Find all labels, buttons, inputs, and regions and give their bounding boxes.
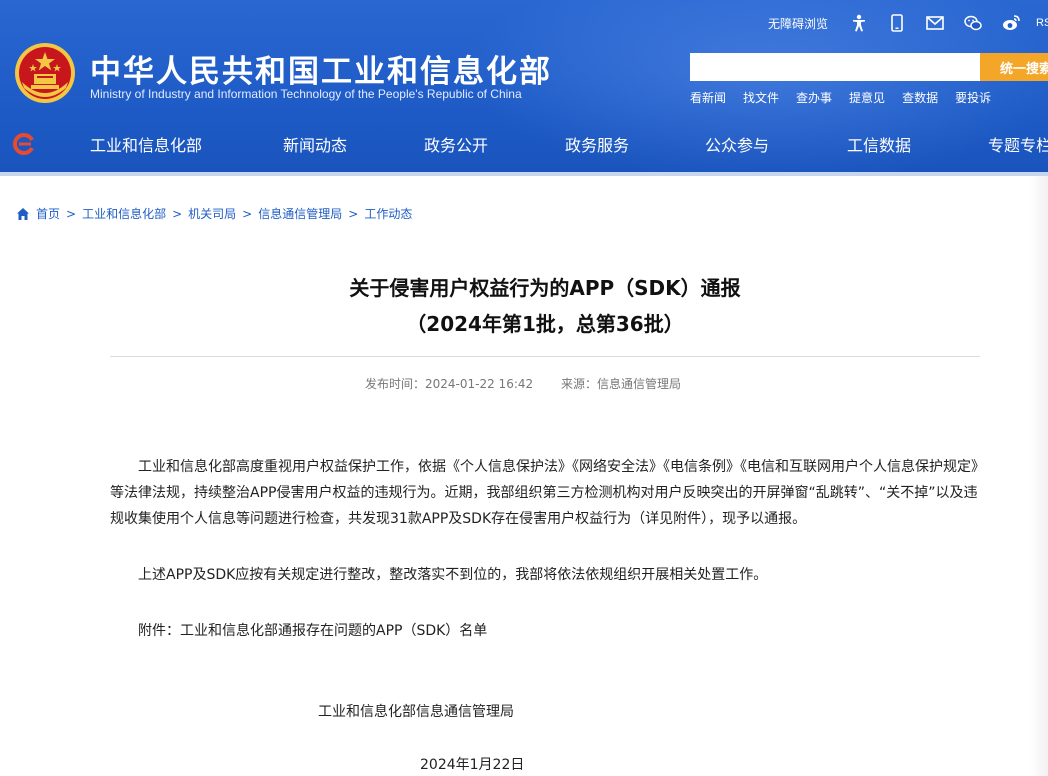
nav-data[interactable]: 工信数据 (847, 132, 911, 156)
attachment-link[interactable]: 附件：工业和信息化部通报存在问题的APP（SDK）名单 (138, 620, 487, 640)
title-divider (110, 356, 980, 357)
breadcrumb-miit[interactable]: 工业和信息化部 (82, 205, 166, 222)
nav-participation[interactable]: 公众参与 (705, 132, 769, 156)
nav-topics[interactable]: 专题专栏 (988, 132, 1048, 156)
quick-link-data[interactable]: 查数据 (902, 89, 938, 106)
main-nav: 工业和信息化部 新闻动态 政务公开 政务服务 公众参与 工信数据 专题专栏 (0, 120, 1048, 164)
breadcrumb-separator: > (66, 206, 77, 221)
quick-link-documents[interactable]: 找文件 (743, 89, 779, 106)
article-title: 关于侵害用户权益行为的APP（SDK）通报 (349, 276, 741, 300)
quick-link-services[interactable]: 查办事 (796, 89, 832, 106)
signature-date: 2024年1月22日 (420, 757, 525, 773)
nav-news[interactable]: 新闻动态 (283, 132, 347, 156)
weibo-icon[interactable] (1002, 14, 1020, 32)
breadcrumb-home[interactable]: 首页 (36, 205, 60, 222)
quick-link-news[interactable]: 看新闻 (690, 89, 726, 106)
unified-search-button[interactable]: 统一搜索 (980, 53, 1048, 81)
breadcrumb-work-updates[interactable]: 工作动态 (364, 205, 412, 222)
breadcrumb-departments[interactable]: 机关司局 (188, 205, 236, 222)
breadcrumb-separator: > (242, 206, 253, 221)
scroll-shade (1030, 176, 1048, 776)
article-paragraph: 工业和信息化部高度重视用户权益保护工作，依据《个人信息保护法》《网络安全法》《电… (110, 459, 978, 527)
nav-services[interactable]: 政务服务 (565, 132, 629, 156)
quick-link-feedback[interactable]: 提意见 (849, 89, 885, 106)
e-logo-icon[interactable] (12, 132, 36, 156)
breadcrumb-separator: > (172, 206, 183, 221)
national-emblem-icon[interactable] (14, 42, 76, 104)
breadcrumb-separator: > (348, 206, 359, 221)
site-subtitle: Ministry of Industry and Information Tec… (90, 87, 522, 101)
nav-miit[interactable]: 工业和信息化部 (90, 132, 202, 156)
accessible-browse-link[interactable]: 无障碍浏览 (768, 15, 828, 32)
article-meta: 发布时间：2024-01-22 16:42 来源：信息通信管理局 (365, 375, 705, 392)
site-title[interactable]: 中华人民共和国工业和信息化部 (90, 46, 552, 91)
home-icon[interactable] (16, 207, 30, 221)
quick-link-complaint[interactable]: 要投诉 (955, 89, 991, 106)
signature-org: 工业和信息化部信息通信管理局 (318, 704, 514, 720)
site-header: 中华人民共和国工业和信息化部 Ministry of Industry and … (0, 0, 1048, 176)
mobile-icon[interactable] (888, 14, 906, 32)
breadcrumb-telecom-bureau[interactable]: 信息通信管理局 (258, 205, 342, 222)
breadcrumb: 首页 > 工业和信息化部 > 机关司局 > 信息通信管理局 > 工作动态 (16, 205, 412, 222)
search-input[interactable] (690, 53, 980, 81)
accessibility-icon[interactable] (850, 14, 868, 32)
article-paragraph: 上述APP及SDK应按有关规定进行整改，整改落实不到位的，我部将依法依规组织开展… (138, 567, 768, 583)
header-divider (0, 172, 1048, 176)
wechat-icon[interactable] (964, 14, 982, 32)
rss-link[interactable]: RSS (1036, 17, 1048, 29)
mail-icon[interactable] (926, 14, 944, 32)
publish-time: 发布时间：2024-01-22 16:42 (365, 377, 534, 391)
utility-bar: 无障碍浏览 RSS (768, 14, 1048, 32)
article-subtitle: （2024年第1批，总第36批） (406, 312, 684, 336)
quick-links: 看新闻 找文件 查办事 提意见 查数据 要投诉 (690, 89, 1008, 106)
article-source: 来源：信息通信管理局 (560, 377, 681, 391)
nav-gov-affairs[interactable]: 政务公开 (424, 132, 488, 156)
